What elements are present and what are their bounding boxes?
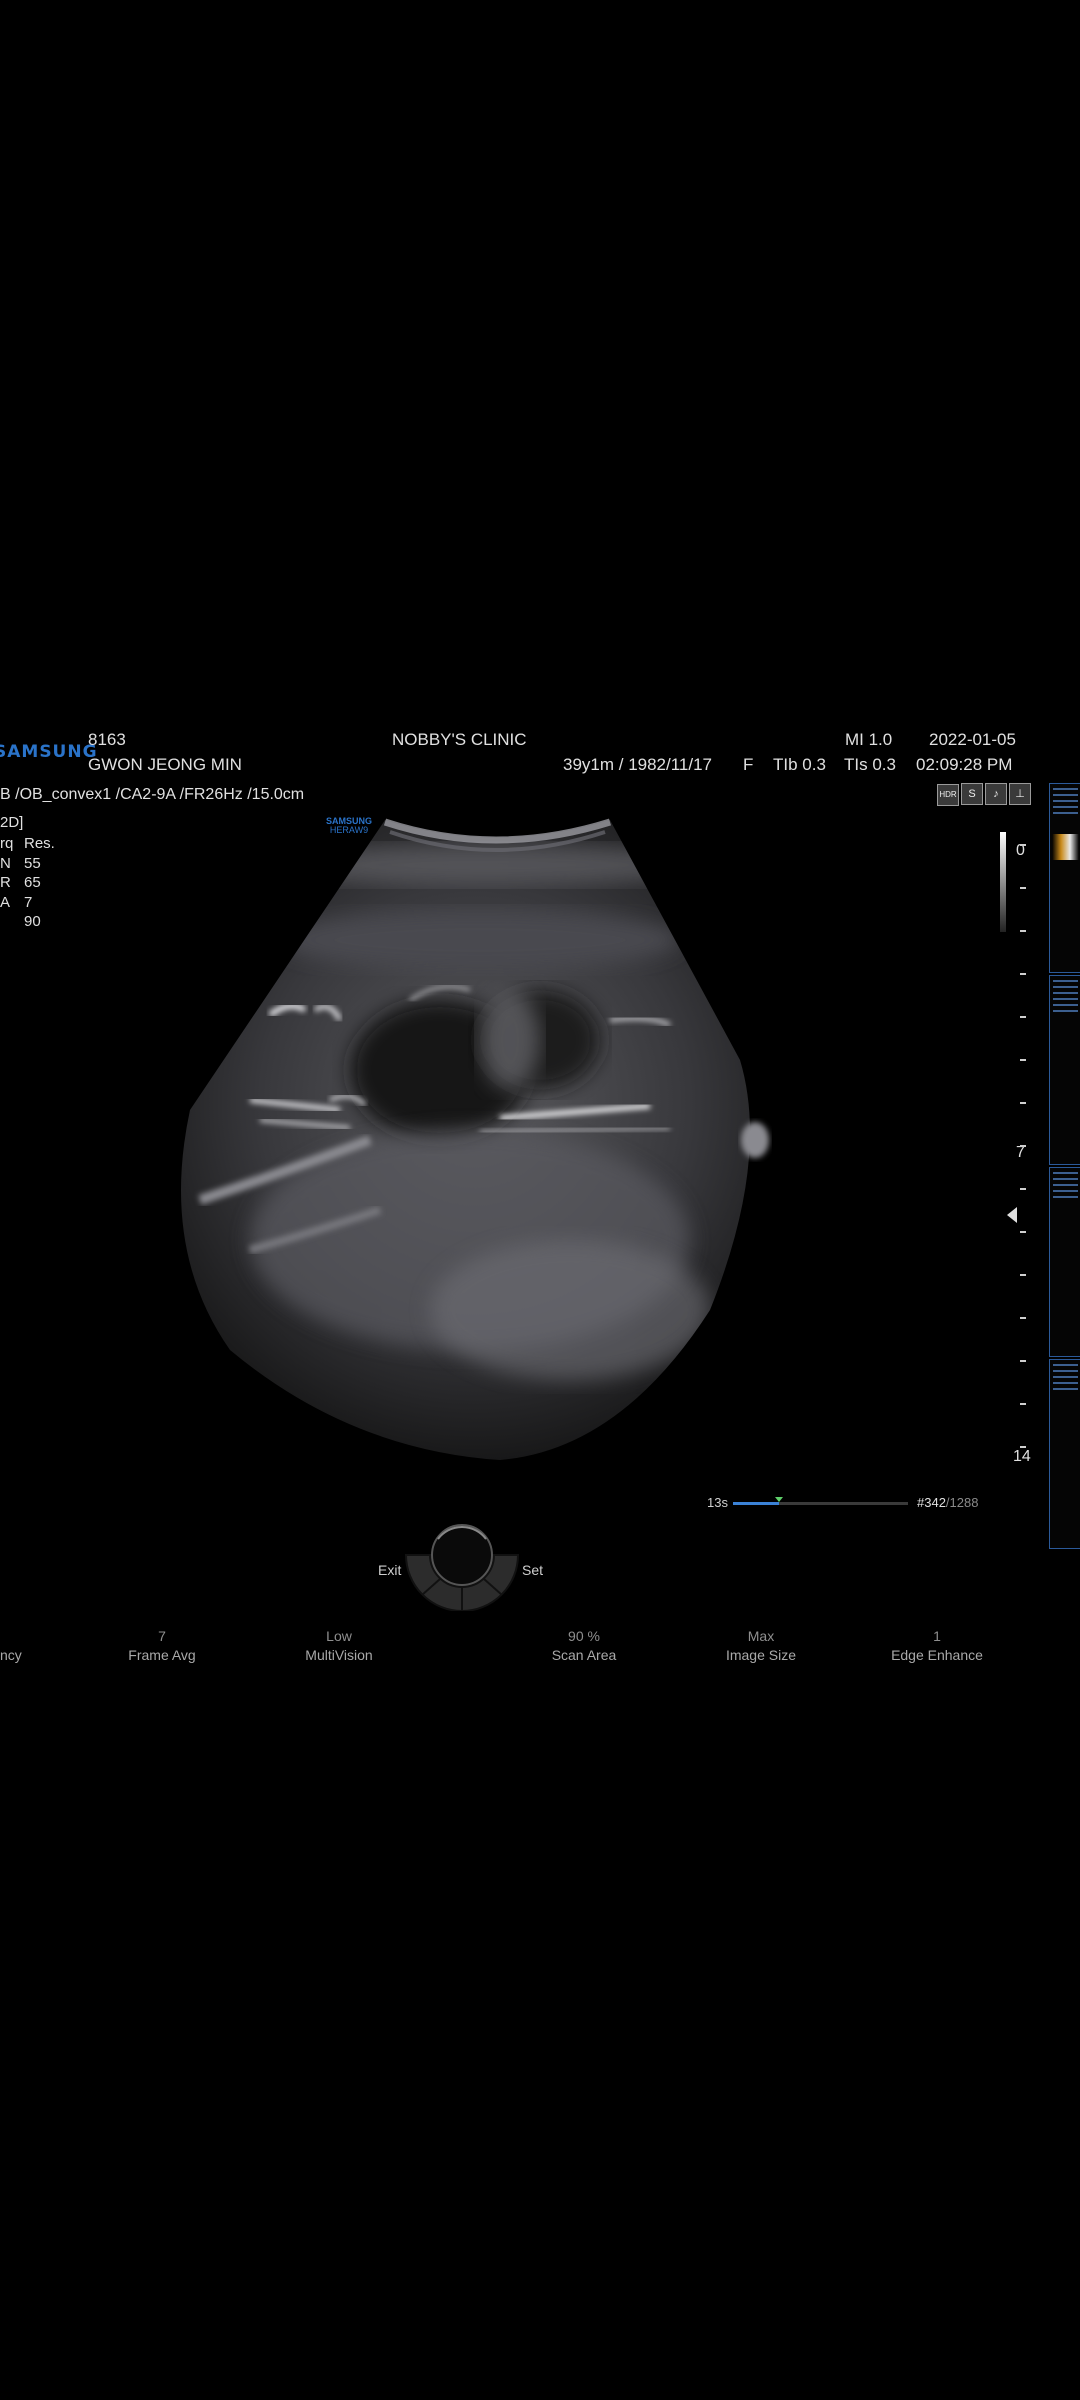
exam-time: 02:09:28 PM [916,755,1013,774]
scan-area-control[interactable]: Scan Area [504,1647,664,1663]
cine-slider[interactable] [733,1497,908,1505]
scan-area-value: 90 % [568,1628,600,1644]
set-button[interactable]: Set [522,1562,543,1578]
param-row: rq Res. [0,835,55,852]
patient-sex: F [743,755,754,774]
speckle-icon: S [961,783,983,805]
hdr-icon: HDR [937,784,959,806]
parameter-list: rq Res. N 55 R 65 A7 90 [0,834,55,932]
mechanical-index: MI 1.0 [845,730,893,749]
param-row: A7 [0,893,33,911]
harmonic-icon: ♪ [985,783,1007,805]
depth-tick [1020,1145,1026,1147]
depth-tick [1020,1016,1026,1018]
depth-tick [1020,1317,1026,1319]
cine-frame-counter: #342/1288 [917,1495,979,1510]
image-size-value: Max [747,1628,775,1644]
grayscale-bar [1000,832,1006,932]
edge-enhance-value: 1 [933,1628,941,1644]
param-row: 90 [24,913,41,930]
multivision-control[interactable]: MultiVision [259,1647,419,1663]
trackball-control[interactable] [402,1515,522,1612]
edge-enhance-control[interactable]: Edge Enhance [857,1647,1017,1663]
depth-tick [1020,1231,1026,1233]
depth-tick [1020,1059,1026,1061]
depth-tick [1020,1446,1026,1448]
patient-id: 8163 [88,730,126,749]
cine-marker-icon[interactable] [775,1497,784,1502]
depth-tick [1020,1102,1026,1104]
exam-date: 2022-01-05 [929,730,1016,749]
param-row: R 65 [0,874,41,891]
probe-icon: ⊥ [1009,783,1031,805]
depth-tick [1020,1274,1026,1276]
depth-label-bottom: 14 [1013,1448,1031,1465]
multivision-value: Low [326,1628,352,1644]
depth-tick [1020,1403,1026,1405]
thermal-index-bone: TIb 0.3 [773,755,826,774]
patient-age-dob: 39y1m / 1982/11/17 [563,755,713,774]
thumbnail-4[interactable] [1049,1359,1080,1549]
samsung-logo: SAMSUNG [0,742,98,762]
thumbnail-1[interactable] [1049,783,1080,973]
status-icons: HDR S ♪ ⊥ [935,783,1031,806]
param-row: N 55 [0,854,41,872]
ultrasound-image[interactable] [150,810,800,1460]
thermal-index-soft: TIs 0.3 [844,755,896,774]
frame-avg-value: 7 [158,1628,166,1644]
image-size-control[interactable]: Image Size [681,1647,841,1663]
depth-tick [1020,973,1026,975]
frame-avg-control[interactable]: Frame Avg [82,1647,242,1663]
thumbnail-2[interactable] [1049,975,1080,1165]
control-frequency[interactable]: ncy [0,1647,22,1663]
doppler-waveform-icon [1052,834,1079,860]
depth-tick [1020,1188,1026,1190]
depth-tick [1020,887,1026,889]
depth-tick [1020,1360,1026,1362]
depth-tick [1020,844,1026,846]
clinic-name: NOBBY'S CLINIC [392,730,527,749]
cine-progress-fill [733,1502,780,1505]
cine-elapsed: 13s [707,1495,728,1510]
patient-name: GWON JEONG MIN [88,755,242,774]
mode-label: 2D] [0,814,24,831]
exit-button[interactable]: Exit [378,1562,401,1578]
probe-preset-line: B /OB_convex1 /CA2-9A /FR26Hz /15.0cm [0,786,305,803]
focus-marker-icon[interactable] [1007,1207,1017,1223]
depth-tick [1020,930,1026,932]
thumbnail-3[interactable] [1049,1167,1080,1357]
